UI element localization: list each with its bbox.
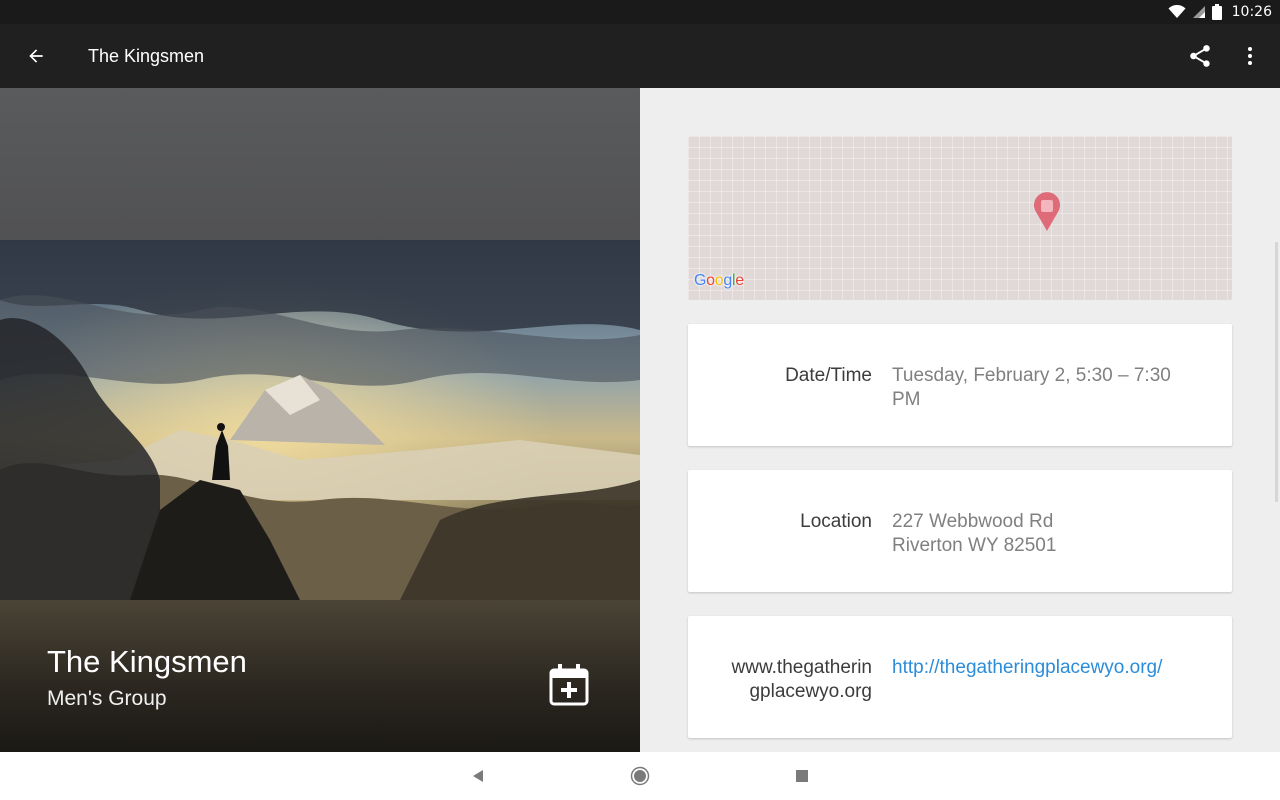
battery-icon (1211, 4, 1222, 20)
datetime-label: Date/Time (785, 365, 872, 386)
google-logo: Google (694, 272, 744, 289)
location-value: 227 Webbwood Rd Riverton WY 82501 (892, 511, 1057, 556)
more-vert-icon (1248, 47, 1252, 65)
nav-back-button[interactable] (466, 764, 490, 788)
website-label: www.thegatheringplacewyo.org (731, 657, 872, 702)
location-card[interactable]: Location 227 Webbwood Rd Riverton WY 825… (688, 470, 1232, 592)
event-title: The Kingsmen (47, 644, 247, 679)
website-card: www.thegatheringplacewyo.org http://theg… (688, 616, 1232, 738)
website-link[interactable]: http://thegatheringplacewyo.org/ (892, 656, 1212, 680)
app-bar: The Kingsmen (0, 24, 1280, 88)
event-details-panel: Google Date/Time Tuesday, February 2, 5:… (640, 88, 1280, 752)
more-options-button[interactable] (1226, 32, 1274, 80)
status-time: 10:26 (1231, 4, 1272, 20)
nav-recents-button[interactable] (790, 764, 814, 788)
datetime-card: Date/Time Tuesday, February 2, 5:30 – 7:… (688, 324, 1232, 446)
website-value: http://thegatheringplacewyo.org/ (892, 656, 1212, 680)
back-button[interactable] (0, 24, 72, 88)
location-map[interactable]: Google (688, 136, 1232, 300)
wifi-icon (1168, 5, 1186, 19)
calendar-add-icon (549, 664, 589, 706)
event-subtitle: Men's Group (47, 687, 167, 710)
cell-signal-icon (1192, 5, 1206, 19)
event-hero-panel: The Kingsmen Men's Group (0, 88, 640, 752)
scrollbar[interactable] (1275, 242, 1278, 502)
nav-recents-icon (796, 770, 808, 782)
system-nav-bar (0, 752, 1280, 800)
nav-home-icon (630, 766, 650, 786)
arrow-back-icon (29, 49, 43, 63)
event-image (0, 240, 640, 600)
location-label: Location (800, 511, 872, 532)
share-icon (1190, 45, 1210, 67)
app-bar-title: The Kingsmen (88, 45, 205, 66)
share-button[interactable] (1176, 32, 1224, 80)
status-bar: 10:26 (0, 0, 1280, 24)
add-to-calendar-button[interactable] (542, 658, 596, 712)
datetime-value: Tuesday, February 2, 5:30 – 7:30 PM (892, 365, 1171, 410)
nav-home-button[interactable] (628, 764, 652, 788)
map-pin-icon (1033, 192, 1061, 237)
nav-back-icon (473, 770, 483, 782)
